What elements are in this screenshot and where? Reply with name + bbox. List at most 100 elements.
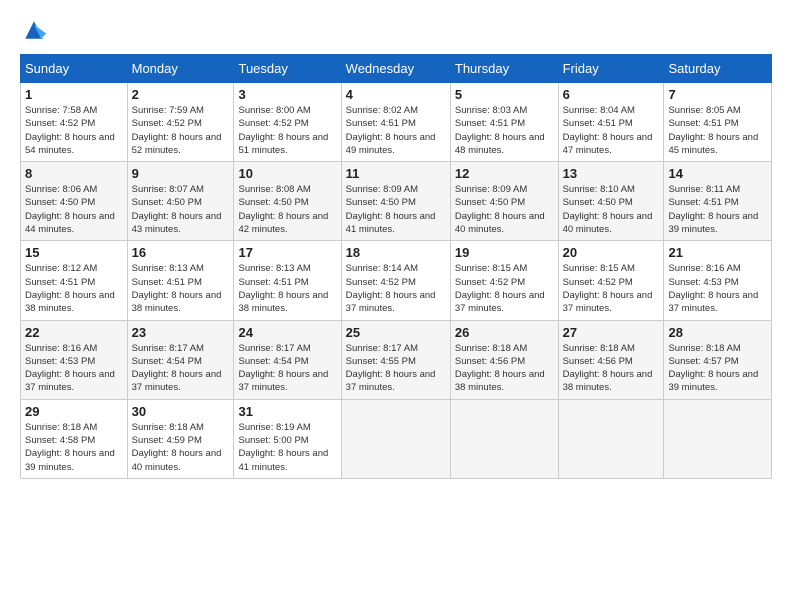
day-cell: 15 Sunrise: 8:12 AMSunset: 4:51 PMDaylig… [21, 241, 128, 320]
header-row: SundayMondayTuesdayWednesdayThursdayFrid… [21, 55, 772, 83]
day-detail: Sunrise: 8:09 AMSunset: 4:50 PMDaylight:… [455, 183, 554, 236]
day-detail: Sunrise: 8:16 AMSunset: 4:53 PMDaylight:… [668, 262, 767, 315]
day-cell: 29 Sunrise: 8:18 AMSunset: 4:58 PMDaylig… [21, 399, 128, 478]
day-number: 6 [563, 87, 660, 102]
day-number: 26 [455, 325, 554, 340]
day-cell: 1 Sunrise: 7:58 AMSunset: 4:52 PMDayligh… [21, 83, 128, 162]
week-row-4: 22 Sunrise: 8:16 AMSunset: 4:53 PMDaylig… [21, 320, 772, 399]
day-number: 15 [25, 245, 123, 260]
day-number: 19 [455, 245, 554, 260]
day-number: 10 [238, 166, 336, 181]
day-number: 1 [25, 87, 123, 102]
day-number: 9 [132, 166, 230, 181]
day-number: 18 [346, 245, 446, 260]
week-row-2: 8 Sunrise: 8:06 AMSunset: 4:50 PMDayligh… [21, 162, 772, 241]
day-cell: 27 Sunrise: 8:18 AMSunset: 4:56 PMDaylig… [558, 320, 664, 399]
day-detail: Sunrise: 8:15 AMSunset: 4:52 PMDaylight:… [455, 262, 554, 315]
logo [20, 16, 52, 44]
day-detail: Sunrise: 8:11 AMSunset: 4:51 PMDaylight:… [668, 183, 767, 236]
day-cell: 13 Sunrise: 8:10 AMSunset: 4:50 PMDaylig… [558, 162, 664, 241]
header-cell-sunday: Sunday [21, 55, 128, 83]
day-detail: Sunrise: 8:06 AMSunset: 4:50 PMDaylight:… [25, 183, 123, 236]
day-detail: Sunrise: 8:07 AMSunset: 4:50 PMDaylight:… [132, 183, 230, 236]
day-number: 4 [346, 87, 446, 102]
day-detail: Sunrise: 8:13 AMSunset: 4:51 PMDaylight:… [132, 262, 230, 315]
day-cell: 12 Sunrise: 8:09 AMSunset: 4:50 PMDaylig… [450, 162, 558, 241]
calendar-table: SundayMondayTuesdayWednesdayThursdayFrid… [20, 54, 772, 479]
day-number: 29 [25, 404, 123, 419]
day-detail: Sunrise: 8:17 AMSunset: 4:54 PMDaylight:… [132, 342, 230, 395]
week-row-5: 29 Sunrise: 8:18 AMSunset: 4:58 PMDaylig… [21, 399, 772, 478]
header-cell-saturday: Saturday [664, 55, 772, 83]
header [20, 16, 772, 44]
day-number: 8 [25, 166, 123, 181]
day-number: 23 [132, 325, 230, 340]
day-number: 28 [668, 325, 767, 340]
day-number: 22 [25, 325, 123, 340]
day-cell: 31 Sunrise: 8:19 AMSunset: 5:00 PMDaylig… [234, 399, 341, 478]
day-detail: Sunrise: 8:00 AMSunset: 4:52 PMDaylight:… [238, 104, 336, 157]
day-number: 12 [455, 166, 554, 181]
day-number: 20 [563, 245, 660, 260]
day-detail: Sunrise: 8:09 AMSunset: 4:50 PMDaylight:… [346, 183, 446, 236]
day-number: 11 [346, 166, 446, 181]
day-cell: 28 Sunrise: 8:18 AMSunset: 4:57 PMDaylig… [664, 320, 772, 399]
day-cell: 25 Sunrise: 8:17 AMSunset: 4:55 PMDaylig… [341, 320, 450, 399]
day-detail: Sunrise: 8:16 AMSunset: 4:53 PMDaylight:… [25, 342, 123, 395]
header-cell-friday: Friday [558, 55, 664, 83]
day-cell: 20 Sunrise: 8:15 AMSunset: 4:52 PMDaylig… [558, 241, 664, 320]
day-cell: 21 Sunrise: 8:16 AMSunset: 4:53 PMDaylig… [664, 241, 772, 320]
header-cell-wednesday: Wednesday [341, 55, 450, 83]
day-cell [558, 399, 664, 478]
week-row-1: 1 Sunrise: 7:58 AMSunset: 4:52 PMDayligh… [21, 83, 772, 162]
page: SundayMondayTuesdayWednesdayThursdayFrid… [0, 0, 792, 489]
day-cell: 23 Sunrise: 8:17 AMSunset: 4:54 PMDaylig… [127, 320, 234, 399]
week-row-3: 15 Sunrise: 8:12 AMSunset: 4:51 PMDaylig… [21, 241, 772, 320]
day-detail: Sunrise: 8:14 AMSunset: 4:52 PMDaylight:… [346, 262, 446, 315]
day-cell [450, 399, 558, 478]
day-cell: 7 Sunrise: 8:05 AMSunset: 4:51 PMDayligh… [664, 83, 772, 162]
day-number: 2 [132, 87, 230, 102]
logo-icon [20, 16, 48, 44]
day-detail: Sunrise: 7:59 AMSunset: 4:52 PMDaylight:… [132, 104, 230, 157]
day-detail: Sunrise: 8:05 AMSunset: 4:51 PMDaylight:… [668, 104, 767, 157]
header-cell-monday: Monday [127, 55, 234, 83]
day-detail: Sunrise: 8:10 AMSunset: 4:50 PMDaylight:… [563, 183, 660, 236]
day-cell: 10 Sunrise: 8:08 AMSunset: 4:50 PMDaylig… [234, 162, 341, 241]
day-cell: 30 Sunrise: 8:18 AMSunset: 4:59 PMDaylig… [127, 399, 234, 478]
day-cell: 18 Sunrise: 8:14 AMSunset: 4:52 PMDaylig… [341, 241, 450, 320]
day-detail: Sunrise: 8:18 AMSunset: 4:56 PMDaylight:… [455, 342, 554, 395]
day-cell: 11 Sunrise: 8:09 AMSunset: 4:50 PMDaylig… [341, 162, 450, 241]
day-number: 14 [668, 166, 767, 181]
day-cell [664, 399, 772, 478]
day-cell: 19 Sunrise: 8:15 AMSunset: 4:52 PMDaylig… [450, 241, 558, 320]
day-detail: Sunrise: 8:17 AMSunset: 4:55 PMDaylight:… [346, 342, 446, 395]
day-detail: Sunrise: 8:17 AMSunset: 4:54 PMDaylight:… [238, 342, 336, 395]
day-cell: 22 Sunrise: 8:16 AMSunset: 4:53 PMDaylig… [21, 320, 128, 399]
day-cell: 5 Sunrise: 8:03 AMSunset: 4:51 PMDayligh… [450, 83, 558, 162]
day-number: 24 [238, 325, 336, 340]
day-detail: Sunrise: 7:58 AMSunset: 4:52 PMDaylight:… [25, 104, 123, 157]
day-detail: Sunrise: 8:19 AMSunset: 5:00 PMDaylight:… [238, 421, 336, 474]
day-cell: 14 Sunrise: 8:11 AMSunset: 4:51 PMDaylig… [664, 162, 772, 241]
day-cell: 24 Sunrise: 8:17 AMSunset: 4:54 PMDaylig… [234, 320, 341, 399]
day-detail: Sunrise: 8:15 AMSunset: 4:52 PMDaylight:… [563, 262, 660, 315]
day-detail: Sunrise: 8:03 AMSunset: 4:51 PMDaylight:… [455, 104, 554, 157]
day-detail: Sunrise: 8:12 AMSunset: 4:51 PMDaylight:… [25, 262, 123, 315]
day-cell [341, 399, 450, 478]
day-detail: Sunrise: 8:13 AMSunset: 4:51 PMDaylight:… [238, 262, 336, 315]
day-cell: 16 Sunrise: 8:13 AMSunset: 4:51 PMDaylig… [127, 241, 234, 320]
header-cell-tuesday: Tuesday [234, 55, 341, 83]
day-number: 31 [238, 404, 336, 419]
day-number: 25 [346, 325, 446, 340]
day-number: 16 [132, 245, 230, 260]
day-detail: Sunrise: 8:18 AMSunset: 4:59 PMDaylight:… [132, 421, 230, 474]
day-cell: 6 Sunrise: 8:04 AMSunset: 4:51 PMDayligh… [558, 83, 664, 162]
day-cell: 9 Sunrise: 8:07 AMSunset: 4:50 PMDayligh… [127, 162, 234, 241]
day-number: 21 [668, 245, 767, 260]
day-cell: 2 Sunrise: 7:59 AMSunset: 4:52 PMDayligh… [127, 83, 234, 162]
day-detail: Sunrise: 8:08 AMSunset: 4:50 PMDaylight:… [238, 183, 336, 236]
day-number: 7 [668, 87, 767, 102]
day-detail: Sunrise: 8:02 AMSunset: 4:51 PMDaylight:… [346, 104, 446, 157]
day-cell: 8 Sunrise: 8:06 AMSunset: 4:50 PMDayligh… [21, 162, 128, 241]
